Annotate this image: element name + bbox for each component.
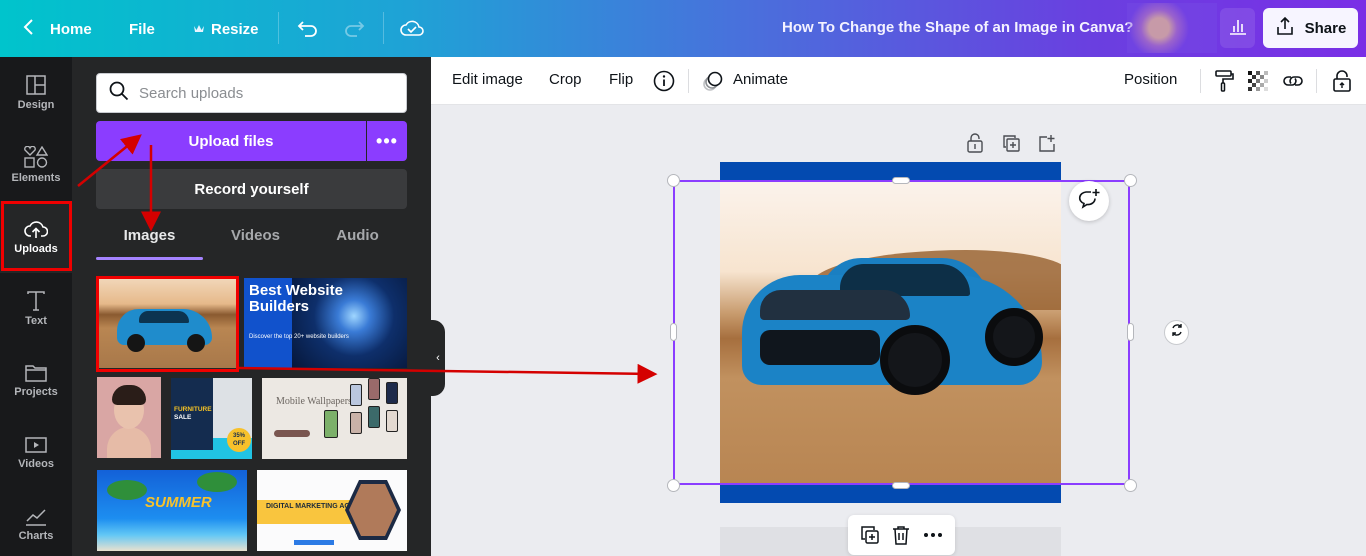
comment-add-icon (1077, 188, 1101, 215)
collapse-panel-button[interactable]: ‹ (431, 320, 445, 396)
resize-handle-top[interactable] (892, 177, 910, 184)
resize-handle-top-right[interactable] (1124, 174, 1137, 187)
transparency-icon[interactable] (1244, 67, 1272, 95)
trash-icon[interactable] (892, 525, 910, 545)
share-button[interactable]: Share (1263, 8, 1358, 48)
thumbnail-best-website-builders[interactable]: Best Website Builders Discover the top 2… (244, 278, 407, 368)
thumbnail-subtitle: Discover the top 20+ website builders (249, 334, 349, 340)
layout-icon (26, 75, 46, 95)
resize-handle-bottom-right[interactable] (1124, 479, 1137, 492)
share-upload-icon (1275, 16, 1295, 40)
document-title[interactable]: How To Change the Shape of an Image in C… (782, 19, 1133, 36)
video-icon (25, 437, 47, 453)
rail-item-charts[interactable]: Charts (0, 489, 72, 556)
lock-open-icon[interactable] (1328, 67, 1356, 95)
thumbnail-furniture-sale[interactable]: FURNITURE SALE 35% OFF (171, 378, 252, 459)
tab-images[interactable]: Images (96, 227, 203, 261)
resize-button[interactable]: Resize (193, 9, 259, 49)
thumbnail-summer-sale[interactable]: SUMMER (97, 470, 247, 551)
crop-button[interactable]: Crop (549, 71, 582, 88)
divider (1316, 69, 1317, 93)
rail-item-design[interactable]: Design (0, 57, 72, 129)
thumbnail-title: Best Website Builders (249, 282, 343, 315)
rail-item-uploads[interactable]: Uploads (0, 201, 72, 273)
avatar[interactable] (1127, 3, 1217, 53)
divider (1200, 69, 1201, 93)
home-label: Home (50, 20, 92, 38)
paint-roller-icon[interactable] (1210, 67, 1238, 95)
folder-icon (25, 365, 47, 382)
active-tab-indicator (96, 257, 203, 260)
top-bar: Home File Resize How To Change the Shape… (0, 0, 1366, 57)
more-options-icon[interactable] (923, 532, 943, 538)
resize-handle-right[interactable] (1127, 323, 1134, 341)
uploads-panel: Upload files ••• Record yourself Images … (72, 57, 431, 556)
selected-car-image[interactable] (720, 180, 1061, 485)
info-icon[interactable] (650, 67, 678, 95)
thumbnail-woman-portrait[interactable] (97, 377, 161, 458)
search-input[interactable] (139, 84, 389, 102)
file-menu-button[interactable]: File (129, 9, 155, 49)
thumbnail-blue-sports-car[interactable] (99, 279, 236, 368)
add-page-icon[interactable] (1036, 132, 1058, 154)
text-icon (27, 291, 45, 311)
position-button[interactable]: Position (1124, 71, 1177, 88)
duplicate-page-icon[interactable] (1000, 132, 1022, 154)
rotate-icon (1170, 323, 1184, 342)
tab-audio[interactable]: Audio (304, 227, 411, 261)
crown-icon (193, 21, 205, 38)
rotate-handle[interactable] (1164, 320, 1189, 345)
chevron-left-icon (22, 18, 34, 40)
undo-icon[interactable] (294, 14, 322, 42)
divider (278, 12, 279, 44)
lock-page-icon[interactable] (964, 132, 986, 154)
search-icon (109, 81, 129, 106)
flip-button[interactable]: Flip (609, 71, 633, 88)
rail-item-projects[interactable]: Projects (0, 345, 72, 417)
duplicate-icon[interactable] (860, 525, 880, 545)
rail-item-elements[interactable]: Elements (0, 129, 72, 201)
tab-videos[interactable]: Videos (202, 227, 309, 261)
resize-handle-bottom[interactable] (892, 482, 910, 489)
link-icon[interactable] (1279, 67, 1307, 95)
insights-icon (1228, 17, 1248, 40)
animate-button[interactable]: Animate (733, 71, 788, 88)
insights-button[interactable] (1220, 8, 1255, 48)
upload-more-options-button[interactable]: ••• (367, 121, 407, 161)
upload-files-button[interactable]: Upload files (96, 121, 366, 161)
divider (688, 69, 689, 93)
resize-handle-top-left[interactable] (667, 174, 680, 187)
cloud-saved-icon[interactable] (398, 14, 426, 42)
thumbnail-mobile-wallpapers[interactable]: Mobile Wallpapers (262, 378, 407, 459)
resize-handle-bottom-left[interactable] (667, 479, 680, 492)
add-comment-button[interactable] (1069, 181, 1109, 221)
home-button[interactable]: Home (22, 9, 92, 49)
context-toolbar: Edit image Crop Flip Animate Position (431, 57, 1366, 105)
shapes-icon (24, 146, 48, 168)
cloud-upload-icon (24, 221, 48, 238)
animate-icon[interactable] (699, 67, 727, 95)
rail-item-text[interactable]: Text (0, 273, 72, 345)
side-rail: Design Elements Uploads Text Projects Vi… (0, 57, 72, 556)
thumbnail-digital-marketing-agency[interactable]: DIGITAL MARKETING AGENCY (257, 470, 407, 551)
rail-item-videos[interactable]: Videos (0, 417, 72, 489)
edit-image-button[interactable]: Edit image (452, 71, 523, 88)
element-floating-toolbar (848, 515, 955, 555)
redo-icon[interactable] (340, 14, 368, 42)
resize-handle-left[interactable] (670, 323, 677, 341)
record-yourself-button[interactable]: Record yourself (96, 169, 407, 209)
chart-line-icon (26, 509, 46, 526)
chevron-left-icon: ‹ (436, 352, 440, 364)
divider (383, 12, 384, 44)
search-box[interactable] (96, 73, 407, 113)
